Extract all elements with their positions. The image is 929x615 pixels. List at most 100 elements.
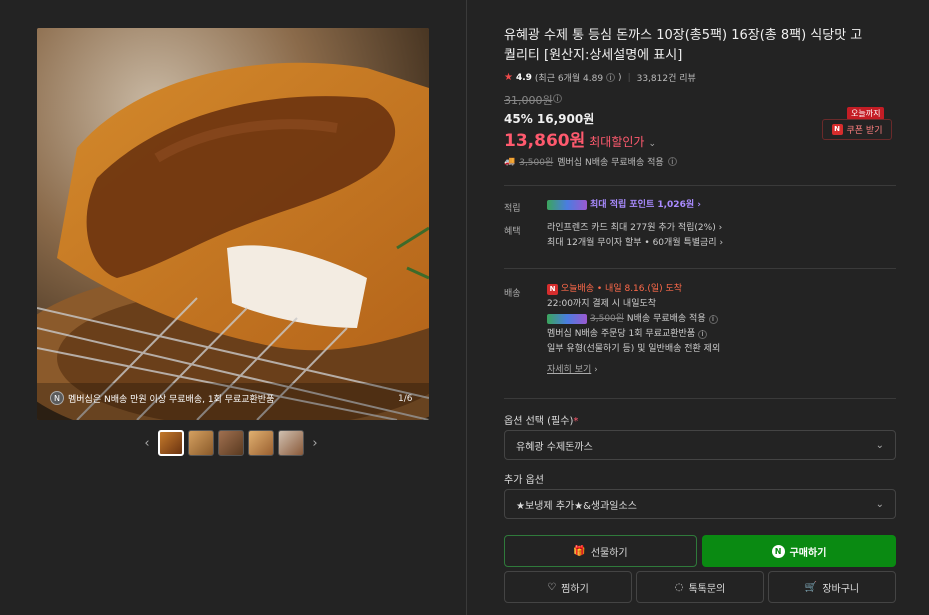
caption-text: 멤버십은 N배송 만원 이상 무료배송, 1회 무료교환반품	[68, 394, 275, 405]
info-icon[interactable]: i	[667, 157, 677, 166]
delivery-more-link[interactable]: 자세히 보기	[547, 365, 591, 375]
info-icon[interactable]: i	[606, 73, 616, 82]
required-option-label: 옵션 선택 (필수)*	[504, 412, 578, 427]
points-label: 적립	[504, 204, 521, 214]
talk-label: 톡톡문의	[688, 583, 726, 595]
divider	[466, 0, 467, 615]
delivery-cutoff: 22:00까지 결제 시 내일도착	[547, 299, 657, 309]
rating-recent: (최근 6개월 4.89	[534, 74, 604, 84]
tonkatsu-photo	[37, 28, 429, 420]
delivery-label: 배송	[504, 289, 521, 299]
benefit-installment-text: 최대 12개월 무이자 할부 • 60개월 특별금리	[547, 238, 717, 248]
benefit-installment-row[interactable]: 최대 12개월 무이자 할부 • 60개월 특별금리 ›	[547, 236, 723, 251]
best-price-row[interactable]: 13,860원 최대할인가 ⌄	[504, 126, 656, 151]
wishlist-button[interactable]: ♡ 찜하기	[504, 571, 632, 603]
delivery-excluded: 일부 유형(선물하기 등) 및 일반배송 전환 제외	[547, 344, 721, 354]
chevron-left-icon[interactable]: ‹	[140, 436, 154, 451]
chevron-right-icon: ›	[694, 200, 701, 210]
divider	[504, 268, 896, 269]
extra-option-select[interactable]: ★보냉제 추가★&생과일소스 ⌄	[504, 489, 896, 519]
chevron-right-icon: ›	[594, 365, 598, 375]
divider	[504, 185, 896, 186]
chevron-down-icon: ⌄	[875, 439, 884, 451]
info-icon[interactable]: i	[553, 94, 562, 103]
chat-icon: ◌	[674, 581, 684, 593]
chevron-right-icon: ›	[719, 238, 724, 248]
cart-label: 장바구니	[822, 583, 860, 595]
divider	[504, 398, 896, 399]
today-delivery-tag: 오늘배송	[560, 284, 594, 294]
heart-icon: ♡	[547, 581, 557, 593]
extra-option-value: ★보냉제 추가★&생과일소스	[516, 500, 637, 512]
info-icon[interactable]: i	[708, 315, 718, 324]
thumbnail-4[interactable]	[248, 430, 274, 456]
image-caption: N 멤버십은 N배송 만원 이상 무료배송, 1회 무료교환반품	[50, 391, 274, 405]
image-counter: 1/6	[398, 394, 413, 404]
required-option-label-text: 옵션 선택 (필수)	[504, 416, 574, 427]
thumbnail-2[interactable]	[188, 430, 214, 456]
benefit-card-text: 라인프렌즈 카드 최대 277원 추가 적립(2%)	[547, 223, 716, 233]
coupon-button[interactable]: N 쿠폰 받기	[822, 119, 892, 140]
thumbnail-3[interactable]	[218, 430, 244, 456]
gift-icon: 🎁	[573, 545, 586, 557]
delivery-more-row[interactable]: 자세히 보기 ›	[547, 363, 720, 378]
benefit-label: 혜택	[504, 227, 521, 237]
shipping-text: 멤버십 N배송 무료배송 적용	[557, 158, 664, 168]
required-option-select[interactable]: 유혜광 수제돈까스 ⌄	[504, 430, 896, 460]
best-price-label: 최대할인가	[589, 135, 645, 149]
chevron-right-icon[interactable]: ›	[308, 436, 322, 451]
naver-n-icon: N	[831, 124, 843, 135]
rating-row: ★ 4.9 (최근 6개월 4.89 i ) | 33,812건 리뷰	[504, 71, 696, 84]
cart-icon: 🛒	[804, 581, 818, 593]
chevron-right-icon: ›	[718, 223, 723, 233]
coupon-label: 쿠폰 받기	[846, 126, 883, 136]
wishlist-label: 찜하기	[561, 583, 589, 595]
membership-badge	[547, 313, 587, 324]
truck-icon: 🚚	[504, 156, 516, 167]
delivery-info: N 오늘배송 • 내일 8.16.(일) 도착 22:00까지 결제 시 내일도…	[547, 282, 720, 378]
membership-icon: N	[50, 391, 64, 405]
delivery-arrival-row: N 오늘배송 • 내일 8.16.(일) 도착	[547, 282, 720, 297]
buy-button[interactable]: N 구매하기	[702, 535, 896, 567]
naver-n-icon: N	[771, 544, 785, 558]
delivery-original-fee: 3,500원	[590, 314, 625, 324]
review-count[interactable]: 33,812건 리뷰	[637, 71, 696, 84]
thumbnail-strip: ‹ ›	[140, 430, 322, 456]
best-price: 13,860원	[504, 131, 586, 151]
original-price-value: 31,000원	[504, 94, 553, 107]
cart-button[interactable]: 🛒 장바구니	[768, 571, 896, 603]
arrival-date: • 내일 8.16.(일) 도착	[596, 284, 683, 294]
product-main-image[interactable]	[37, 28, 429, 420]
buy-label: 구매하기	[789, 547, 827, 559]
star-icon: ★	[504, 72, 513, 83]
gift-label: 선물하기	[590, 547, 628, 559]
delivery-free-text: N배송 무료배송 적용	[626, 314, 706, 324]
thumbnail-1[interactable]	[158, 430, 184, 456]
required-mark: *	[573, 416, 579, 427]
chevron-down-icon: ⌄	[648, 139, 656, 149]
delivery-free-row: 3,500원 N배송 무료배송 적용 i	[547, 312, 720, 327]
thumbnail-5[interactable]	[278, 430, 304, 456]
benefit-card-row[interactable]: 라인프렌즈 카드 최대 277원 추가 적립(2%) ›	[547, 221, 723, 236]
benefit-list: 라인프렌즈 카드 최대 277원 추가 적립(2%) › 최대 12개월 무이자…	[547, 221, 723, 251]
rating-score: 4.9	[515, 72, 532, 83]
chevron-down-icon: ⌄	[875, 498, 884, 510]
required-option-value: 유혜광 수제돈까스	[516, 441, 593, 453]
separator: |	[627, 72, 631, 83]
original-price: 31,000원	[504, 92, 553, 108]
shipping-row: 🚚 3,500원 멤버십 N배송 무료배송 적용 i	[504, 155, 677, 168]
info-icon[interactable]: i	[697, 330, 707, 339]
shipping-original: 3,500원	[519, 158, 554, 168]
gift-button[interactable]: 🎁 선물하기	[504, 535, 697, 567]
discount-price: 45% 16,900원	[504, 112, 595, 126]
membership-badge	[547, 199, 587, 210]
points-row[interactable]: 최대 적립 포인트 1,026원 ›	[547, 198, 701, 213]
talk-inquiry-button[interactable]: ◌ 톡톡문의	[636, 571, 764, 603]
delivery-exchange: 멤버십 N배송 주문당 1회 무료교환반품	[547, 329, 696, 339]
delivery-exchange-row: 멤버십 N배송 주문당 1회 무료교환반품 i	[547, 327, 720, 342]
product-title: 유혜광 수제 통 등심 돈까스 10장(총5팩) 16장(총 8팩) 식당맛 고…	[504, 28, 863, 63]
product-page: N 멤버십은 N배송 만원 이상 무료배송, 1회 무료교환반품 1/6 ‹ ›…	[0, 0, 929, 615]
points-text: 최대 적립 포인트 1,026원	[590, 200, 695, 210]
naver-n-icon: N	[547, 284, 558, 295]
rating-recent-close: )	[618, 72, 622, 83]
